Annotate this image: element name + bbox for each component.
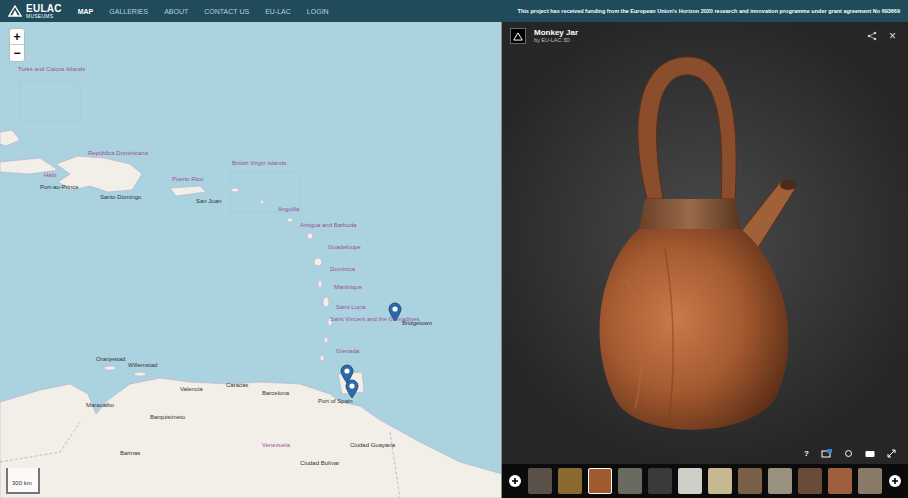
top-bar: EULAC MUSEUMS MAP GALLERIES ABOUT CONTACT U…: [0, 0, 908, 22]
city-label: Barcelona: [262, 390, 289, 397]
city-label: Valencia: [180, 386, 203, 393]
city-label: Ciudad Guayana: [350, 442, 395, 449]
thumbnail[interactable]: [798, 468, 822, 494]
museum-marker-icon[interactable]: [388, 302, 402, 322]
thumbnail[interactable]: [558, 468, 582, 494]
model-viewer: Monkey Jar by EU-LAC 3D ×: [502, 22, 908, 498]
help-button[interactable]: ?: [804, 450, 809, 458]
city-label: Port-au-Prince: [40, 184, 79, 191]
city-label: Maracaibo: [86, 402, 114, 409]
thumbnail-strip: [502, 464, 908, 498]
city-label: Oranjestad: [96, 356, 125, 363]
share-icon[interactable]: [867, 31, 877, 41]
country-label: Turks and Caicos Islands: [18, 66, 85, 73]
thumbnail[interactable]: [708, 468, 732, 494]
viewer-controls: ?: [502, 449, 908, 464]
markers: [0, 22, 502, 498]
funding-banner: This project has received funding from t…: [518, 8, 900, 15]
country-label: Antigua and Barbuda: [300, 222, 356, 229]
country-label: Haïti: [44, 172, 56, 179]
city-label: Barinas: [120, 450, 140, 457]
scale-label: 300 km: [12, 480, 32, 486]
country-label: Grenada: [336, 348, 359, 355]
thumbnail[interactable]: [768, 468, 792, 494]
country-label: Guadeloupe: [328, 244, 361, 251]
zoom-out-button[interactable]: −: [10, 45, 24, 61]
settings-icon[interactable]: [821, 449, 832, 458]
model-stage[interactable]: [502, 48, 908, 449]
city-label: Santo Domingo: [100, 194, 141, 201]
map[interactable]: Turks and Caicos Islands República Domini…: [0, 22, 502, 498]
city-label: San Juan: [196, 198, 221, 205]
thumbnail[interactable]: [828, 468, 852, 494]
viewer-header: Monkey Jar by EU-LAC 3D ×: [502, 22, 908, 48]
nav-item[interactable]: LOGIN: [307, 8, 329, 15]
land-shapes: [0, 22, 502, 498]
previous-icon[interactable]: [508, 474, 522, 488]
country-label: Venezuela: [262, 442, 290, 449]
thumbnail[interactable]: [618, 468, 642, 494]
city-label: Barquisimeto: [150, 414, 185, 421]
country-label: Puerto Rico: [172, 176, 203, 183]
country-label: British Virgin Islands: [232, 160, 286, 167]
nav-item[interactable]: GALLERIES: [109, 8, 148, 15]
zoom-control: + −: [9, 28, 25, 62]
thumbnail[interactable]: [738, 468, 762, 494]
thumbnail[interactable]: [648, 468, 672, 494]
map-labels: Turks and Caicos Islands República Domini…: [0, 22, 502, 498]
model-thumb: [510, 28, 526, 44]
nav-item[interactable]: EU-LAC: [265, 8, 291, 15]
country-label: Saint Lucia: [336, 304, 366, 311]
model-subtitle: by EU-LAC 3D: [534, 38, 859, 44]
logo-subtitle: MUSEUMS: [26, 14, 62, 19]
scale-bar: 300 km: [6, 468, 40, 494]
zoom-in-button[interactable]: +: [10, 29, 24, 45]
logo-title: EULAC: [26, 4, 62, 14]
city-label: Ciudad Bolívar: [300, 460, 339, 467]
museum-marker-icon[interactable]: [345, 379, 359, 399]
model-title[interactable]: Monkey Jar: [534, 29, 859, 37]
city-label: Port of Spain: [318, 398, 353, 405]
logo[interactable]: EULAC MUSEUMS: [8, 4, 62, 19]
city-label: Bridgetown: [402, 320, 432, 327]
thumbnail[interactable]: [588, 468, 612, 494]
close-button[interactable]: ×: [885, 30, 900, 42]
nav-item[interactable]: CONTACT US: [204, 8, 249, 15]
nav: MAP GALLERIES ABOUT CONTACT US EU-LAC LOGIN: [78, 8, 329, 15]
country-label: Dominica: [330, 266, 355, 273]
fullscreen-icon[interactable]: [887, 449, 896, 458]
thumbnail[interactable]: [858, 468, 882, 494]
next-icon[interactable]: [888, 474, 902, 488]
city-label: Caracas: [226, 382, 248, 389]
country-label: Anguilla: [278, 206, 299, 213]
vr-icon[interactable]: [844, 449, 853, 458]
logo-icon: [8, 5, 22, 17]
city-label: Willemstad: [128, 362, 157, 369]
logo-icon: [513, 32, 523, 41]
nav-item[interactable]: ABOUT: [164, 8, 188, 15]
thumbnails: [528, 468, 882, 494]
monkey-jar-model: [585, 49, 825, 449]
nav-item[interactable]: MAP: [78, 8, 94, 15]
thumbnail[interactable]: [528, 468, 552, 494]
thumbnail[interactable]: [678, 468, 702, 494]
ar-icon[interactable]: [865, 450, 875, 458]
country-label: Martinique: [334, 284, 362, 291]
country-label: República Dominicana: [88, 150, 148, 157]
